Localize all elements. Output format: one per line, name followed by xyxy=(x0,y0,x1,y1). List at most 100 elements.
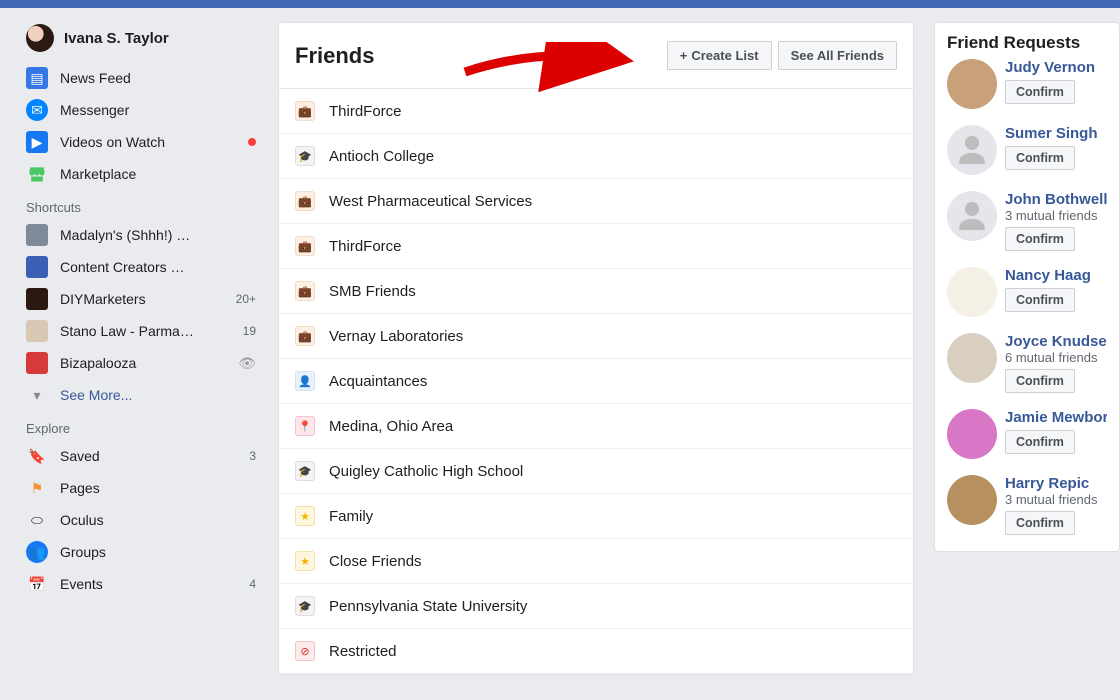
see-all-friends-button[interactable]: See All Friends xyxy=(778,41,897,70)
badge: 3 xyxy=(249,449,256,463)
shortcut-label: DIYMarketers xyxy=(60,291,230,307)
friend-request-item: Sumer Singh Confirm xyxy=(947,125,1107,175)
friend-list-item[interactable]: ★ Close Friends xyxy=(279,539,913,584)
nav-label: Events xyxy=(60,576,243,592)
avatar[interactable] xyxy=(947,409,997,459)
button-label: See All Friends xyxy=(791,48,884,63)
star-icon: ★ xyxy=(295,551,315,571)
friend-list-item[interactable]: 📍 Medina, Ohio Area xyxy=(279,404,913,449)
friend-list-item[interactable]: 🎓 Pennsylvania State University xyxy=(279,584,913,629)
request-name[interactable]: Sumer Singh xyxy=(1005,125,1107,142)
see-more-label: See More... xyxy=(60,387,256,403)
shortcut-icon xyxy=(26,320,48,342)
friends-card-header: Friends + Create List See All Friends xyxy=(279,23,913,89)
nav-news-feed[interactable]: ▤ News Feed xyxy=(20,62,262,94)
shortcut-item[interactable]: Stano Law - Parma… 19 xyxy=(20,315,262,347)
see-more-link[interactable]: ▾ See More... xyxy=(20,379,262,411)
friends-card: Friends + Create List See All Friends 💼 … xyxy=(278,22,914,675)
request-name[interactable]: Nancy Haag xyxy=(1005,267,1107,284)
shortcut-icon xyxy=(26,288,48,310)
nav-events[interactable]: 📅 Events 4 xyxy=(20,568,262,600)
friend-list-item[interactable]: 💼 ThirdForce xyxy=(279,89,913,134)
button-label: Create List xyxy=(691,48,758,63)
confirm-button[interactable]: Confirm xyxy=(1005,227,1075,251)
pages-icon: ⚑ xyxy=(26,477,48,499)
plus-icon: + xyxy=(680,48,688,63)
avatar[interactable] xyxy=(947,59,997,109)
create-list-button[interactable]: + Create List xyxy=(667,41,772,70)
list-item-label: Family xyxy=(329,508,373,525)
avatar[interactable] xyxy=(947,191,997,241)
shortcut-label: Madalyn's (Shhh!) … xyxy=(60,227,256,243)
confirm-button[interactable]: Confirm xyxy=(1005,511,1075,535)
mutual-friends: 3 mutual friends xyxy=(1005,208,1107,223)
request-name[interactable]: Jamie Mewborn xyxy=(1005,409,1107,426)
shortcut-item[interactable]: DIYMarketers 20+ xyxy=(20,283,262,315)
shortcut-label: Bizapalooza xyxy=(60,355,232,371)
avatar[interactable] xyxy=(947,267,997,317)
friends-title: Friends xyxy=(295,43,661,69)
grad-icon: 🎓 xyxy=(295,461,315,481)
nav-saved[interactable]: 🔖 Saved 3 xyxy=(20,440,262,472)
grad-icon: 🎓 xyxy=(295,146,315,166)
shortcut-label: Stano Law - Parma… xyxy=(60,323,237,339)
nav-label: Messenger xyxy=(60,102,256,118)
grad-icon: 🎓 xyxy=(295,596,315,616)
nav-videos[interactable]: ▶ Videos on Watch xyxy=(20,126,262,158)
shortcut-item[interactable]: Madalyn's (Shhh!) … xyxy=(20,219,262,251)
friend-list-item[interactable]: 🎓 Quigley Catholic High School xyxy=(279,449,913,494)
acq-icon: 👤 xyxy=(295,371,315,391)
profile-link[interactable]: Ivana S. Taylor xyxy=(20,18,262,58)
friend-list-item[interactable]: ★ Family xyxy=(279,494,913,539)
nav-label: News Feed xyxy=(60,70,256,86)
friend-requests-title: Friend Requests xyxy=(947,33,1107,53)
friend-list-item[interactable]: 💼 ThirdForce xyxy=(279,224,913,269)
brief-icon: 💼 xyxy=(295,326,315,346)
events-icon: 📅 xyxy=(26,573,48,595)
shortcut-item[interactable]: Bizapalooza 👁 xyxy=(20,347,262,379)
friend-list-item[interactable]: 💼 SMB Friends xyxy=(279,269,913,314)
request-name[interactable]: Harry Repic xyxy=(1005,475,1107,492)
avatar[interactable] xyxy=(947,333,997,383)
shortcut-item[interactable]: Content Creators … xyxy=(20,251,262,283)
nav-messenger[interactable]: ✉ Messenger xyxy=(20,94,262,126)
list-item-label: Vernay Laboratories xyxy=(329,328,463,345)
video-icon: ▶ xyxy=(26,131,48,153)
nav-pages[interactable]: ⚑ Pages xyxy=(20,472,262,504)
avatar[interactable] xyxy=(947,125,997,175)
brief-icon: 💼 xyxy=(295,281,315,301)
friend-list-item[interactable]: 💼 West Pharmaceutical Services xyxy=(279,179,913,224)
messenger-icon: ✉ xyxy=(26,99,48,121)
friend-list-item[interactable]: 🎓 Antioch College xyxy=(279,134,913,179)
list-item-label: SMB Friends xyxy=(329,283,416,300)
nav-oculus[interactable]: ⬭ Oculus xyxy=(20,504,262,536)
top-bar xyxy=(0,0,1120,8)
nav-label: Saved xyxy=(60,448,243,464)
friend-request-item: Joyce Knudsen 6 mutual friends Confirm xyxy=(947,333,1107,393)
request-name[interactable]: Judy Vernon xyxy=(1005,59,1107,76)
confirm-button[interactable]: Confirm xyxy=(1005,80,1075,104)
friend-request-item: Harry Repic 3 mutual friends Confirm xyxy=(947,475,1107,535)
nav-marketplace[interactable]: Marketplace xyxy=(20,158,262,190)
request-name[interactable]: John Bothwell xyxy=(1005,191,1107,208)
request-name[interactable]: Joyce Knudsen xyxy=(1005,333,1107,350)
friend-list-item[interactable]: 👤 Acquaintances xyxy=(279,359,913,404)
confirm-button[interactable]: Confirm xyxy=(1005,369,1075,393)
shortcut-icon xyxy=(26,224,48,246)
friend-request-item: Jamie Mewborn Confirm xyxy=(947,409,1107,459)
list-item-label: Pennsylvania State University xyxy=(329,598,527,615)
confirm-button[interactable]: Confirm xyxy=(1005,430,1075,454)
friend-list-item[interactable]: 💼 Vernay Laboratories xyxy=(279,314,913,359)
list-item-label: ThirdForce xyxy=(329,238,402,255)
avatar[interactable] xyxy=(947,475,997,525)
friend-list-item[interactable]: ⊘ Restricted xyxy=(279,629,913,674)
profile-name: Ivana S. Taylor xyxy=(64,30,256,47)
list-item-label: Medina, Ohio Area xyxy=(329,418,453,435)
friend-request-item: John Bothwell 3 mutual friends Confirm xyxy=(947,191,1107,251)
confirm-button[interactable]: Confirm xyxy=(1005,288,1075,312)
nav-label: Oculus xyxy=(60,512,256,528)
confirm-button[interactable]: Confirm xyxy=(1005,146,1075,170)
nav-groups[interactable]: 👥 Groups xyxy=(20,536,262,568)
nav-label: Pages xyxy=(60,480,256,496)
brief-icon: 💼 xyxy=(295,236,315,256)
